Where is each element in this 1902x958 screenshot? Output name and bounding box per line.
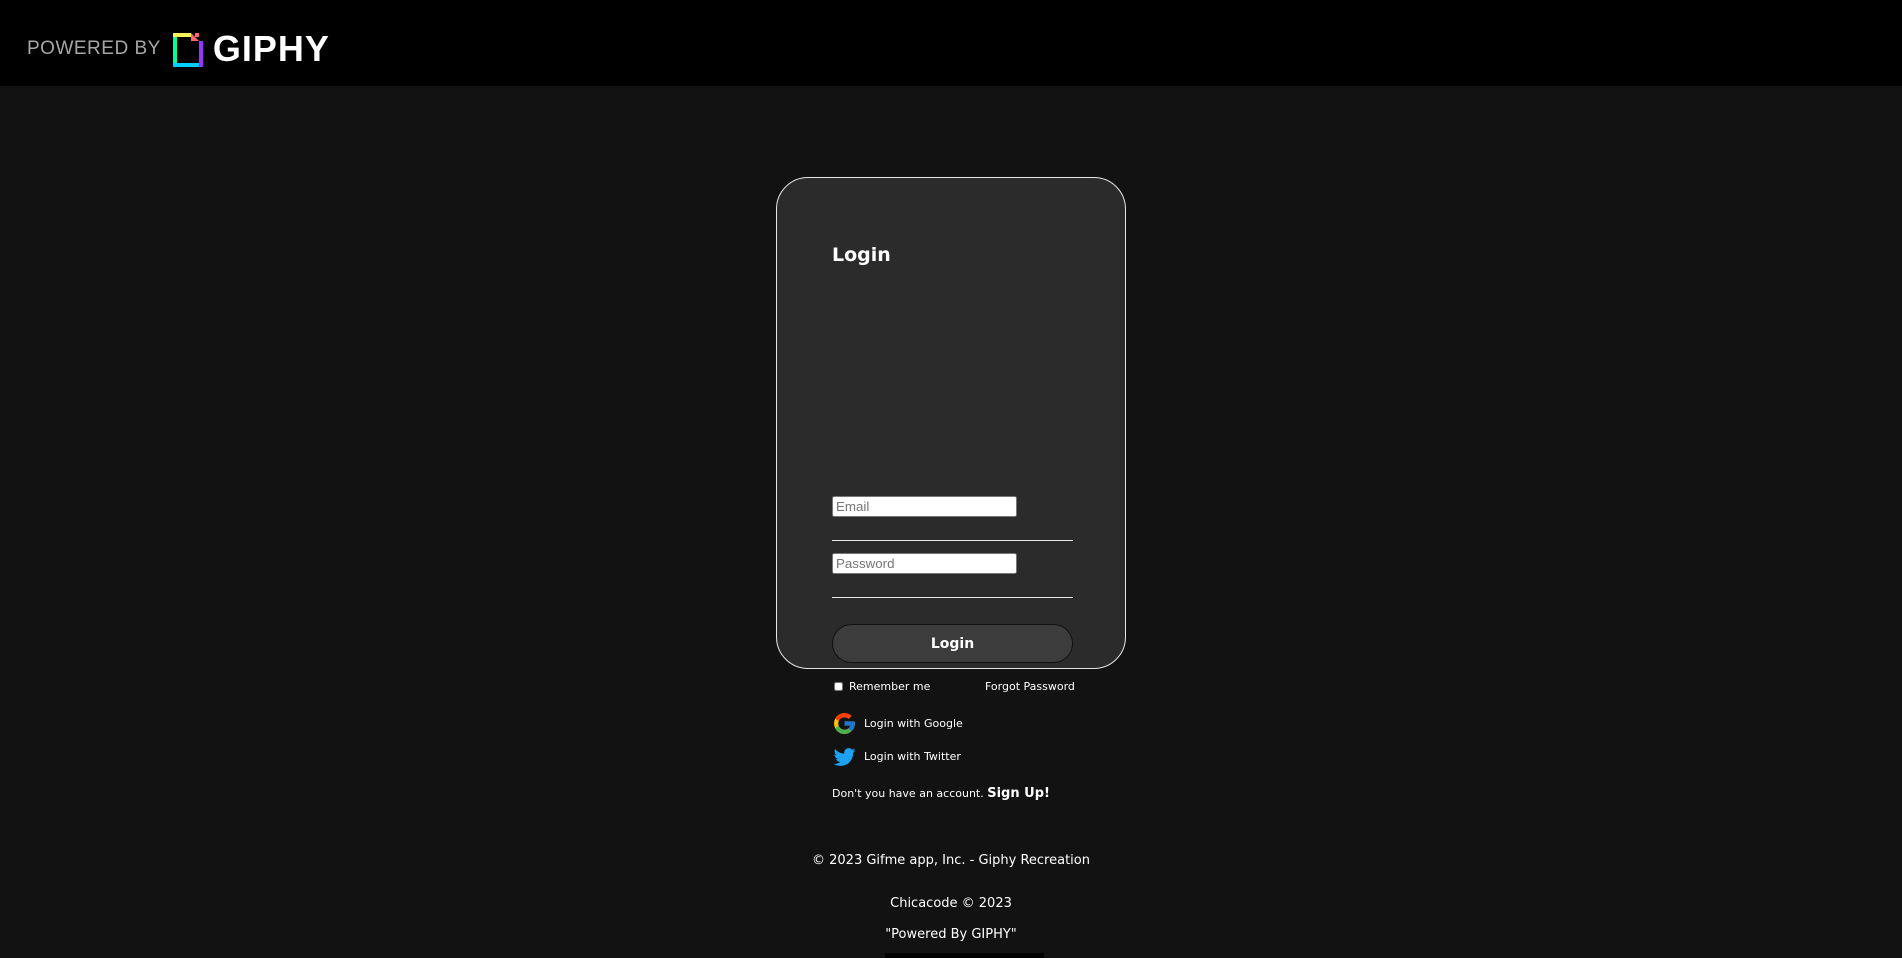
email-field-wrapper bbox=[832, 496, 1073, 541]
remember-me[interactable]: Remember me bbox=[834, 680, 930, 693]
signup-prompt-text: Don't you have an account. bbox=[832, 787, 984, 800]
login-button[interactable]: Login bbox=[832, 624, 1073, 663]
footer-powered-by-badge bbox=[885, 953, 1044, 958]
login-with-google-button[interactable]: Login with Google bbox=[832, 711, 963, 736]
footer-powered-by: "Powered By GIPHY" bbox=[885, 927, 1017, 942]
footer-credit: Chicacode © 2023 bbox=[890, 896, 1012, 911]
password-field-wrapper bbox=[832, 553, 1073, 598]
signup-link[interactable]: Sign Up! bbox=[987, 786, 1050, 801]
remember-me-label: Remember me bbox=[849, 680, 931, 693]
powered-by-giphy-brand[interactable]: POWERED BY GIPHY bbox=[27, 28, 330, 70]
google-login-label: Login with Google bbox=[864, 717, 963, 730]
footer-copyright: © 2023 Gifme app, Inc. - Giphy Recreatio… bbox=[812, 853, 1090, 868]
login-card: Login Login Remember me Forgot Password … bbox=[776, 177, 1126, 801]
powered-by-label: POWERED BY bbox=[27, 38, 161, 59]
signup-prompt: Don't you have an account. Sign Up! bbox=[832, 786, 1050, 801]
login-with-twitter-button[interactable]: Login with Twitter bbox=[832, 744, 961, 769]
password-input[interactable] bbox=[832, 553, 1017, 574]
giphy-logo-icon bbox=[172, 33, 203, 67]
twitter-icon bbox=[833, 748, 856, 766]
remember-me-checkbox[interactable] bbox=[834, 682, 843, 691]
top-bar: POWERED BY GIPHY bbox=[0, 0, 1902, 86]
forgot-password-link[interactable]: Forgot Password bbox=[985, 680, 1075, 693]
google-icon bbox=[834, 713, 855, 734]
giphy-wordmark: GIPHY bbox=[212, 28, 330, 69]
twitter-login-label: Login with Twitter bbox=[864, 750, 961, 763]
login-title: Login bbox=[832, 244, 891, 266]
email-input[interactable] bbox=[832, 496, 1017, 517]
